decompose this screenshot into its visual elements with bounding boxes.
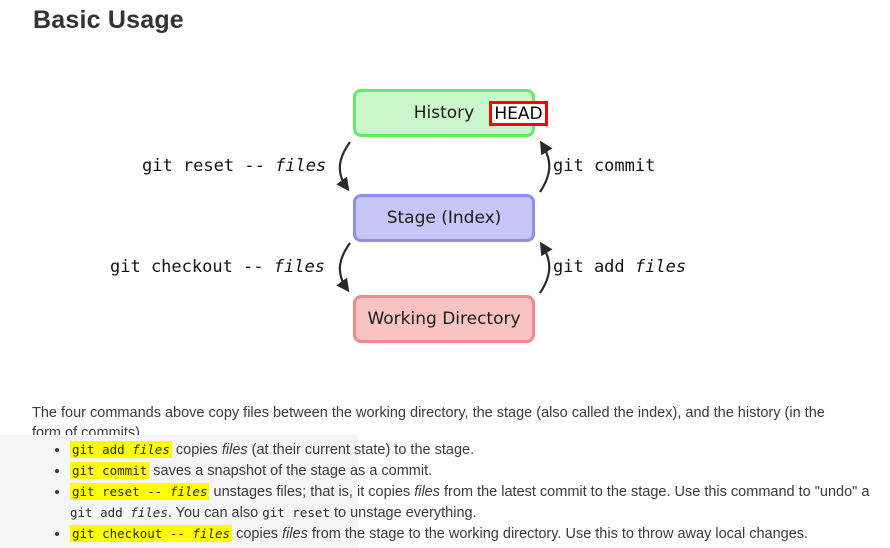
node-stage-label: Stage (Index) [386, 208, 502, 228]
code-git-checkout-text: git checkout -- [72, 525, 193, 541]
list-item: git checkout -- files copies files from … [70, 524, 890, 545]
list-item-text: . You can also [167, 504, 263, 521]
code-git-checkout: git checkout -- files [70, 524, 233, 542]
node-history-label: History [413, 103, 475, 123]
list-item: git add files copies files (at their cur… [70, 440, 890, 461]
head-badge[interactable]: HEAD [489, 101, 548, 126]
code-git-add-text: git add [72, 442, 133, 457]
code-inline-git-add-text: git add [70, 504, 131, 520]
arrow-add [539, 241, 553, 294]
code-inline-git-reset: git reset [262, 504, 330, 520]
node-working-label: Working Directory [367, 309, 521, 329]
git-workflow-diagram: History HEAD Stage (Index) Working Direc… [0, 70, 890, 370]
edge-label-git-add: git add files [553, 257, 686, 277]
code-inline-git-add-argument: files [130, 504, 168, 520]
list-item-text: copies [232, 525, 283, 542]
code-git-reset-text: git reset -- [72, 484, 170, 499]
list-item-text: to unstage everything. [329, 504, 477, 521]
arrow-checkout [336, 242, 351, 293]
edge-label-git-checkout: git checkout -- files [110, 257, 325, 277]
node-stage[interactable]: Stage (Index) [353, 194, 535, 242]
code-git-add: git add files [70, 441, 172, 458]
arrow-commit [539, 140, 553, 193]
edge-label-git-add-argument: files [634, 257, 687, 277]
code-git-add-argument: files [132, 442, 170, 457]
edge-label-git-checkout-argument: files [273, 257, 325, 277]
command-description-list: git add files copies files (at their cur… [32, 440, 890, 545]
list-item-text: saves a snapshot of the stage as a commi… [149, 463, 433, 479]
edge-label-git-reset-command: git reset -- [142, 156, 276, 176]
list-item: git commit saves a snapshot of the stage… [70, 461, 890, 482]
list-item-emphasis: files [221, 442, 248, 458]
code-git-commit-text: git commit [72, 463, 148, 478]
edge-label-git-add-command: git add [553, 257, 635, 277]
edge-label-git-commit-command: git commit [553, 156, 656, 176]
code-inline-git-add: git add files [70, 505, 168, 520]
list-item: git reset -- files unstages files; that … [70, 482, 890, 523]
page-title: Basic Usage [33, 6, 184, 34]
edge-label-git-reset-argument: files [275, 156, 327, 176]
edge-label-git-commit: git commit [553, 156, 655, 176]
list-item-emphasis: files [282, 525, 308, 542]
list-item-text: from the latest commit to the stage. Use… [440, 484, 870, 500]
code-git-reset: git reset -- files [70, 483, 210, 500]
list-item-emphasis: files [414, 484, 440, 500]
node-working[interactable]: Working Directory [353, 295, 535, 343]
list-item-text: from the stage to the working directory.… [307, 525, 809, 542]
arrow-reset [336, 141, 351, 192]
edge-label-git-reset: git reset -- files [142, 156, 326, 176]
list-item-text: copies [171, 442, 222, 458]
code-git-commit: git commit [70, 462, 150, 479]
edge-label-git-checkout-command: git checkout -- [110, 257, 274, 277]
head-badge-label: HEAD [494, 103, 543, 124]
code-git-checkout-argument: files [192, 525, 231, 541]
list-item-text: (at their current state) to the stage. [247, 442, 475, 458]
list-item-text: unstages files; that is, it copies [209, 484, 415, 500]
code-git-reset-argument: files [169, 484, 208, 499]
